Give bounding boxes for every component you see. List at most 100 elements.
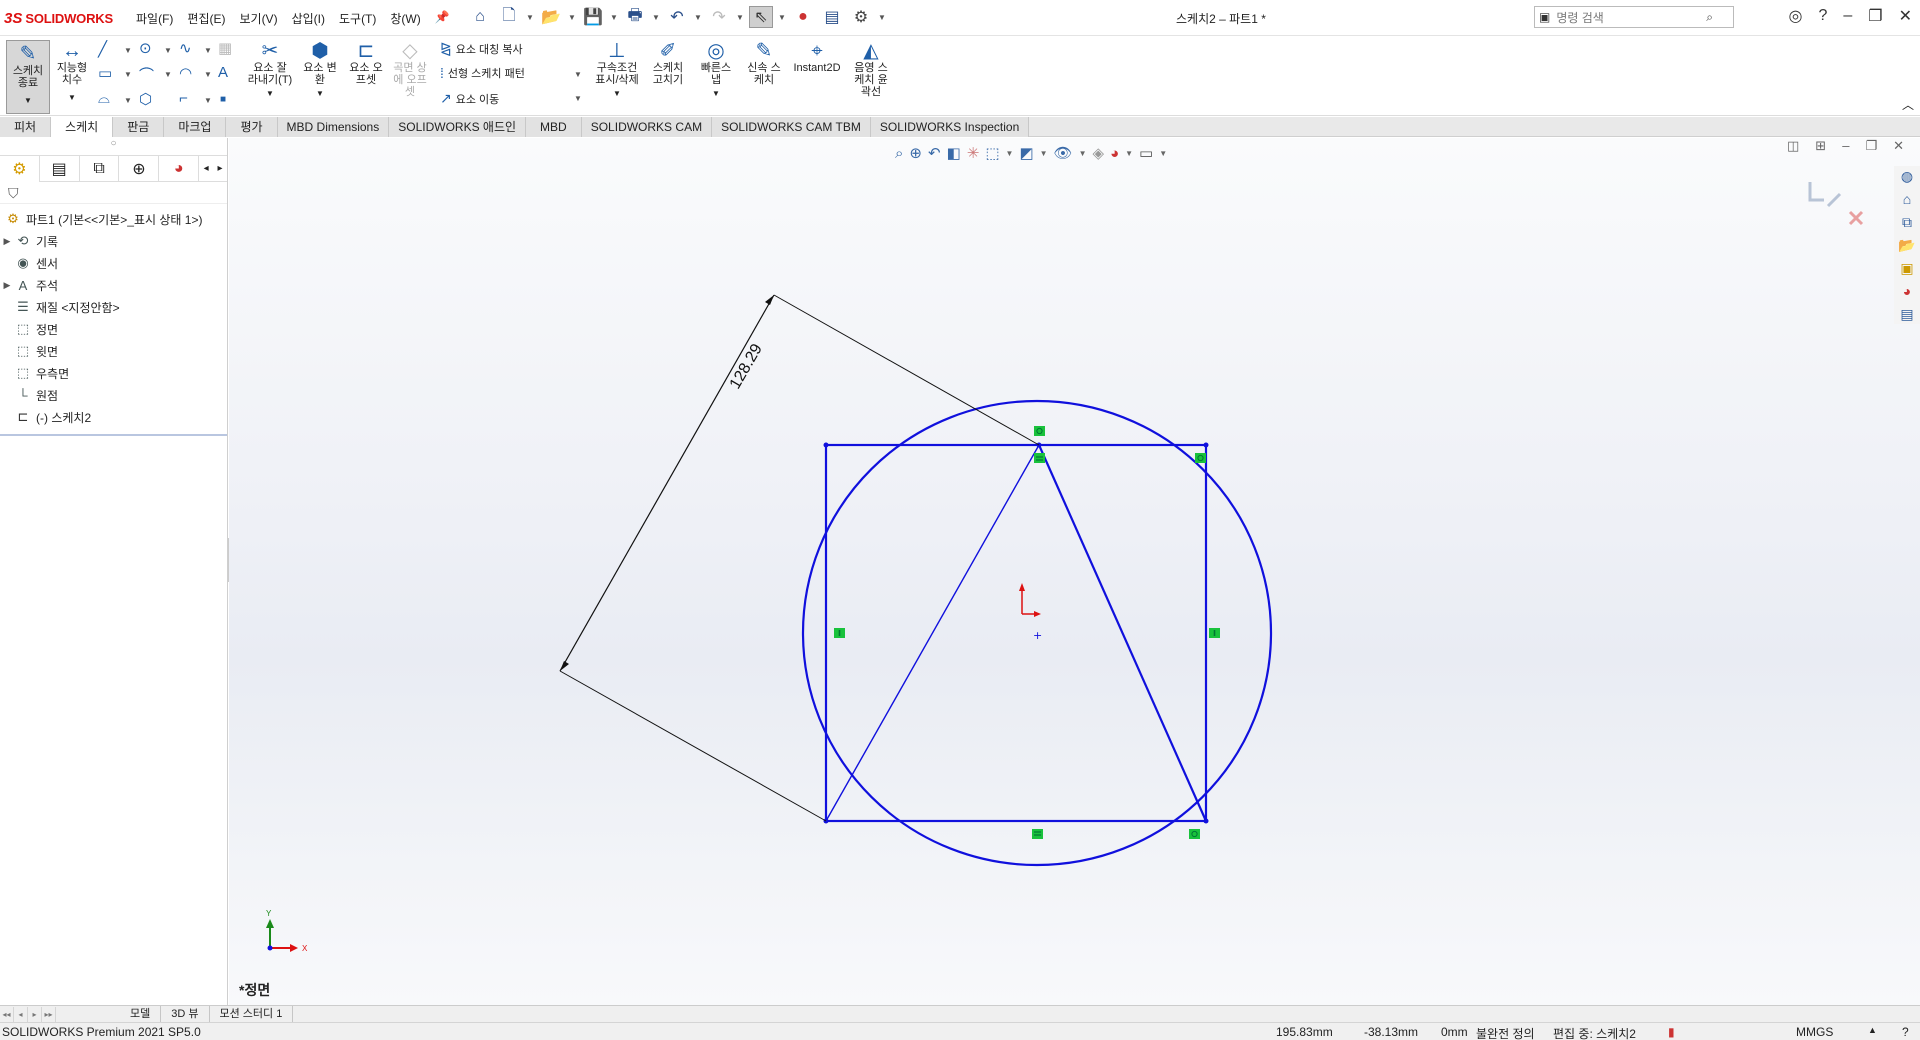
last-tab-icon[interactable]: ▸▸ xyxy=(42,1006,56,1022)
exit-sketch-button[interactable]: ✎ 스케치 종료 ▼ xyxy=(6,40,50,114)
tab-mbd-dimensions[interactable]: MBD Dimensions xyxy=(277,117,390,137)
tree-item-annotations[interactable]: ▶ A 주석 xyxy=(0,274,227,296)
polygon-icon[interactable]: ⬡ xyxy=(139,90,152,108)
quick-snaps-button[interactable]: ◎ 빠른스 냅 ▼ xyxy=(696,40,736,100)
coincident-relation-icon[interactable] xyxy=(1195,453,1206,463)
expand-arrow-icon[interactable]: ▶ xyxy=(0,236,14,247)
sketch-point[interactable] xyxy=(1203,818,1209,824)
rollback-bar[interactable] xyxy=(0,434,227,436)
line-dropdown-icon[interactable]: ▼ xyxy=(124,46,132,55)
smart-dimension-button[interactable]: ↔ 지능형 치수 ▼ xyxy=(52,40,92,104)
tree-item-material[interactable]: ☰ 재질 <지정안함> xyxy=(0,296,227,318)
select-arrow-icon[interactable]: ⇖ xyxy=(749,6,773,28)
menu-tools[interactable]: 도구(T) xyxy=(339,10,376,27)
fillet-dropdown-icon[interactable]: ▼ xyxy=(124,96,132,105)
options-dropdown-icon[interactable]: ▼ xyxy=(878,13,886,22)
vertical-relation-icon[interactable] xyxy=(1209,628,1220,638)
midpoint-relation-icon[interactable] xyxy=(1034,453,1045,463)
sketch-canvas[interactable]: 128.29 + Y X xyxy=(229,138,1920,1005)
tree-item-origin[interactable]: └ 원점 xyxy=(0,384,227,406)
configuration-manager-tab-icon[interactable]: ⧉ xyxy=(80,155,120,182)
expand-arrow-icon[interactable]: ▶ xyxy=(0,280,14,291)
undo-icon[interactable]: ↶ xyxy=(665,6,689,28)
horizontal-relation-icon[interactable] xyxy=(1032,829,1043,839)
linear-pattern-button[interactable]: ⁞ 선형 스케치 패턴 xyxy=(440,65,525,81)
prev-tab-icon[interactable]: ◂ xyxy=(14,1006,28,1022)
tab-cam[interactable]: SOLIDWORKS CAM xyxy=(581,117,713,137)
panel-grip[interactable]: ○ xyxy=(0,138,227,156)
redo-icon[interactable]: ↷ xyxy=(707,6,731,28)
unit-system-dropdown-icon[interactable]: ▲ xyxy=(1868,1025,1877,1035)
trim-entities-button[interactable]: ✂ 요소 잘 라내기(T) ▼ xyxy=(246,40,294,100)
rebuild-icon[interactable]: ▮ xyxy=(1668,1025,1675,1039)
tree-item-sensors[interactable]: ◉ 센서 xyxy=(0,252,227,274)
filter-icon[interactable]: ⛉ xyxy=(0,182,227,204)
repair-sketch-button[interactable]: ✐ 스케치 고치기 xyxy=(646,40,690,86)
menu-window[interactable]: 창(W) xyxy=(390,10,420,27)
instant2d-button[interactable]: ⌖ Instant2D xyxy=(790,40,844,74)
slot-icon[interactable]: ⌒ xyxy=(139,64,154,85)
circle-icon[interactable]: ⊙ xyxy=(139,39,152,57)
home-icon[interactable]: ⌂ xyxy=(468,6,492,28)
sketch-line-left-diagonal[interactable] xyxy=(825,444,1040,822)
tabs-left-arrow-icon[interactable]: ◂ xyxy=(199,163,213,174)
tab-3d-views[interactable]: 3D 뷰 xyxy=(161,1006,210,1022)
display-manager-tab-icon[interactable]: ◕ xyxy=(159,155,200,182)
minimize-icon[interactable]: – xyxy=(1843,7,1852,25)
sketch-point[interactable] xyxy=(823,442,829,448)
slot-dropdown-icon[interactable]: ▼ xyxy=(164,70,172,79)
tab-features[interactable]: 피처 xyxy=(0,117,52,137)
sketch-point[interactable] xyxy=(1203,442,1209,448)
trim-dropdown-icon[interactable]: ▼ xyxy=(266,88,274,100)
select-dropdown-icon[interactable]: ▼ xyxy=(778,13,786,22)
quick-snaps-dropdown-icon[interactable]: ▼ xyxy=(712,88,720,100)
file-properties-icon[interactable]: ▤ xyxy=(820,6,844,28)
property-manager-tab-icon[interactable]: ▤ xyxy=(40,155,80,182)
open-dropdown-icon[interactable]: ▼ xyxy=(568,13,576,22)
print-dropdown-icon[interactable]: ▼ xyxy=(652,13,660,22)
menu-insert[interactable]: 삽입(I) xyxy=(292,10,325,27)
move-entities-button[interactable]: ↗ 요소 이동 xyxy=(440,90,499,107)
tab-mbd[interactable]: MBD xyxy=(526,117,582,137)
tabs-right-arrow-icon[interactable]: ▸ xyxy=(213,163,227,174)
search-icon[interactable]: ⌕ xyxy=(1706,10,1713,25)
coincident-relation-icon[interactable] xyxy=(1189,829,1200,839)
text-icon[interactable]: A xyxy=(218,64,228,81)
exit-sketch-dropdown-icon[interactable]: ▼ xyxy=(24,95,32,107)
arc-icon[interactable]: ◠ xyxy=(179,64,192,82)
spline-icon[interactable]: ∿ xyxy=(179,39,192,57)
convert-entities-button[interactable]: ⬢ 요소 변 환 ▼ xyxy=(300,40,340,100)
print-icon[interactable]: 🖶 xyxy=(623,6,647,28)
rapid-sketch-button[interactable]: ✎ 신속 스 케치 xyxy=(742,40,786,86)
dimension-line[interactable] xyxy=(559,294,775,672)
sketch-line-right-diagonal[interactable] xyxy=(1037,444,1208,822)
tab-sketch[interactable]: 스케치 xyxy=(51,117,114,137)
new-document-icon[interactable]: 🗋 xyxy=(497,6,521,28)
pattern-dropdown-icon[interactable]: ▼ xyxy=(574,70,582,79)
traffic-light-icon[interactable]: ● xyxy=(791,6,815,28)
tab-sheet-metal[interactable]: 판금 xyxy=(113,117,165,137)
tab-evaluate[interactable]: 평가 xyxy=(226,117,278,137)
pin-icon[interactable]: 📌 xyxy=(435,10,450,27)
help-icon[interactable]: ? xyxy=(1818,7,1827,25)
user-account-icon[interactable]: ◎ xyxy=(1788,6,1802,26)
tab-motion-study[interactable]: 모션 스터디 1 xyxy=(210,1006,294,1022)
undo-dropdown-icon[interactable]: ▼ xyxy=(694,13,702,22)
new-dropdown-icon[interactable]: ▼ xyxy=(526,13,534,22)
save-dropdown-icon[interactable]: ▼ xyxy=(610,13,618,22)
circle-dropdown-icon[interactable]: ▼ xyxy=(164,46,172,55)
options-gear-icon[interactable]: ⚙ xyxy=(849,6,873,28)
menu-file[interactable]: 파일(F) xyxy=(136,10,173,27)
arc-dropdown-icon[interactable]: ▼ xyxy=(204,70,212,79)
sketch-fillet-icon[interactable]: ⌓ xyxy=(98,90,110,107)
sketch-definition-status[interactable]: 불완전 정의 xyxy=(1476,1025,1535,1040)
shaded-sketch-contours-button[interactable]: ◭ 음영 스 케치 윤 곽선 xyxy=(848,40,894,98)
tree-item-sketch2[interactable]: ⊏ (-) 스케치2 xyxy=(0,406,227,428)
mirror-entities-button[interactable]: ⧎ 요소 대칭 복사 xyxy=(440,40,523,57)
unit-system[interactable]: MMGS xyxy=(1796,1025,1833,1039)
tab-inspection[interactable]: SOLIDWORKS Inspection xyxy=(870,117,1030,137)
offset-entities-button[interactable]: ⊏ 요소 오 프셋 xyxy=(346,40,386,86)
coincident-relation-icon[interactable] xyxy=(1034,426,1045,436)
relations-dropdown-icon[interactable]: ▼ xyxy=(613,88,621,100)
help-circle-icon[interactable]: ? xyxy=(1902,1025,1909,1039)
